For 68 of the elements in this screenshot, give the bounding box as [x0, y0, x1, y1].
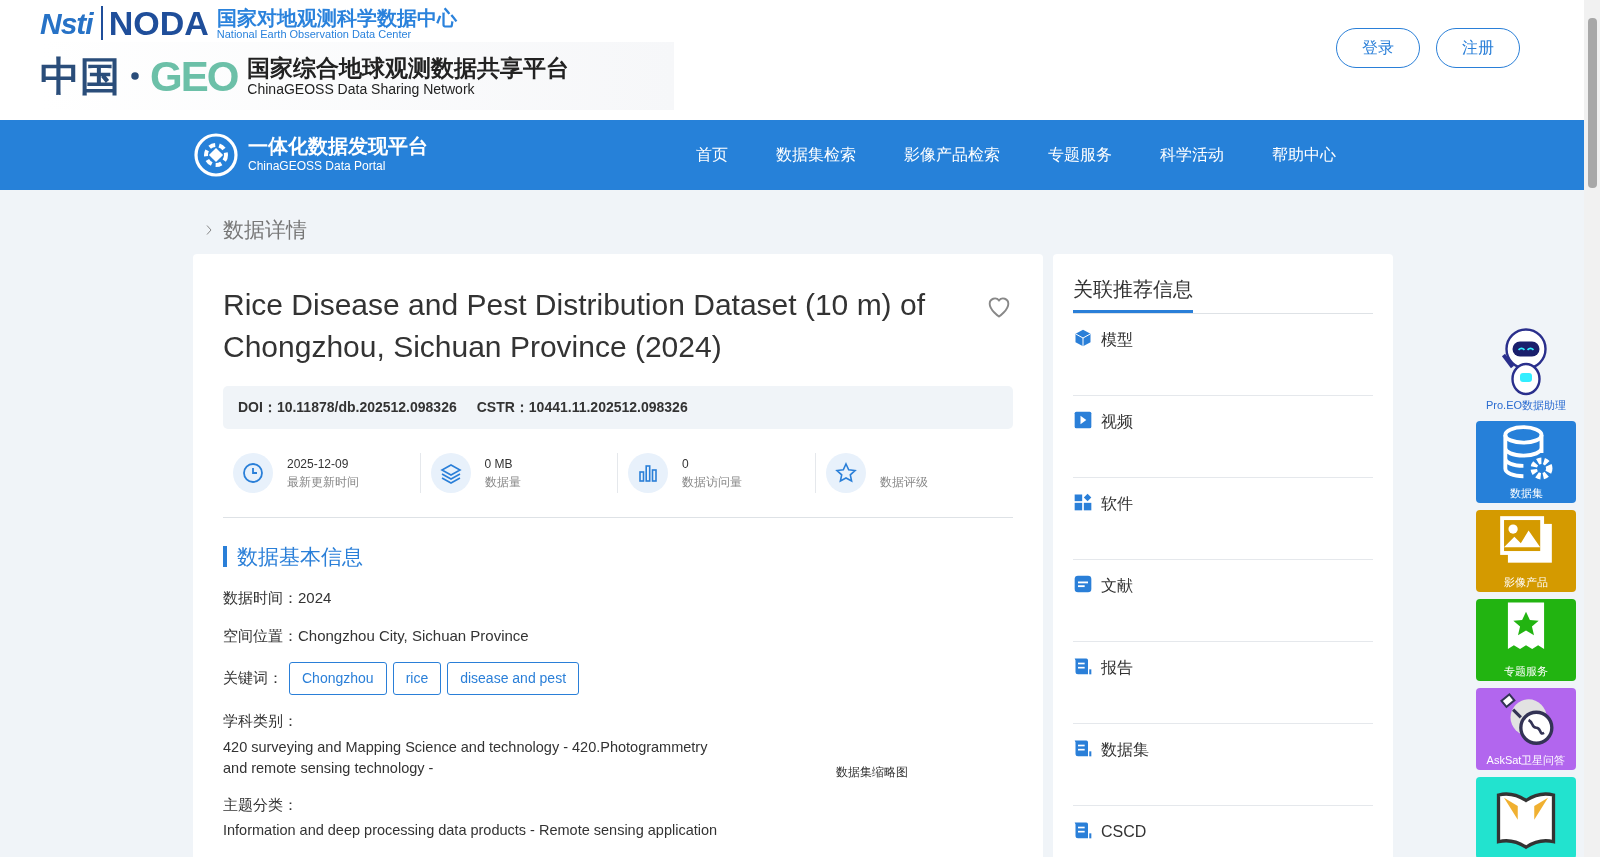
- scrollbar-thumb[interactable]: [1588, 18, 1597, 188]
- video-play-icon: [1073, 410, 1093, 430]
- brand-title: 一体化数据发现平台: [248, 135, 428, 157]
- identifier-text: DOI：10.11878/db.202512.098326: [238, 398, 457, 417]
- field-label: 主题分类：: [223, 794, 299, 815]
- stat-value: 0 MB: [484, 456, 514, 473]
- scroll-icon: [1073, 738, 1093, 758]
- nav-link[interactable]: 数据集检索: [752, 135, 880, 175]
- assistant-link[interactable]: Pro.EO数据助理: [1485, 397, 1567, 414]
- logo-title: 国家综合地球观测数据共享平台: [247, 56, 570, 82]
- related-item-label[interactable]: 报告: [1101, 656, 1133, 680]
- dot-icon: [130, 71, 140, 81]
- brand-subtitle: ChinaGEOSS Data Portal: [248, 158, 387, 175]
- sidebar-tile[interactable]: 数据集: [1476, 420, 1576, 503]
- stat-label: 数据量: [484, 474, 521, 491]
- related-item-label[interactable]: 视频: [1101, 410, 1133, 434]
- scroll-icon: [1073, 656, 1093, 676]
- keyword-tag[interactable]: Chongzhou: [289, 662, 387, 695]
- logo-title: 国家对地观测科学数据中心: [216, 6, 457, 29]
- logo-wordmark: NODA: [100, 6, 209, 40]
- field-label: 关键词：: [223, 668, 283, 689]
- nav-link[interactable]: 影像产品检索: [880, 135, 1024, 175]
- logo-wordmark: Nsti: [40, 5, 93, 42]
- sidebar-tile[interactable]: [1476, 776, 1576, 857]
- sidebar-tile[interactable]: 影像产品: [1476, 509, 1576, 592]
- field-value: 420 surveying and Mapping Science and technology - 420.Photogrammetry and remote sensing technology -: [223, 737, 709, 778]
- field-label: 学科类别：: [223, 711, 299, 731]
- identifier-text: CSTR：10441.11.202512.098326: [476, 398, 688, 417]
- cube-icon: [1073, 328, 1093, 348]
- scroll-icon: [1073, 820, 1093, 840]
- sidebar-tile[interactable]: 专题服务: [1476, 598, 1576, 681]
- section-title: 数据基本信息: [223, 546, 1013, 567]
- keyword-tag[interactable]: rice: [392, 662, 442, 695]
- field-value: Information and deep processing data products - Remote sensing application: [223, 821, 719, 841]
- keyword-tag[interactable]: disease and pest: [447, 662, 580, 695]
- nav-link[interactable]: 首页: [672, 135, 752, 175]
- stat-label: 数据评级: [879, 474, 928, 491]
- register-button[interactable]: 注册: [1436, 28, 1520, 68]
- globe-logo-icon: [192, 131, 240, 179]
- stat-label: 最新更新时间: [287, 474, 359, 491]
- stat-value: 0: [682, 456, 690, 473]
- related-item-label[interactable]: 软件: [1101, 492, 1133, 516]
- document-icon: [1073, 574, 1093, 594]
- layers-icon: [438, 461, 463, 485]
- login-button[interactable]: 登录: [1336, 28, 1420, 68]
- nav-link[interactable]: 专题服务: [1024, 135, 1136, 175]
- field-text: 空间位置：Chongzhou City, Sichuan Province: [223, 626, 529, 644]
- stat-value: 2025-12-09: [287, 456, 350, 473]
- related-item-label[interactable]: 数据集: [1101, 738, 1149, 762]
- section-title: 关联推荐信息: [1073, 274, 1193, 313]
- sidebar-tile[interactable]: AskSat卫星问答: [1476, 687, 1576, 770]
- logo-subtitle: National Earth Observation Data Center: [216, 28, 412, 40]
- nav-link[interactable]: 帮助中心: [1248, 135, 1360, 175]
- clock-icon: [241, 461, 265, 485]
- dataset-title: Rice Disease and Pest Distribution Dataset (10 m) of Chongzhou, Sichuan Province (2024): [223, 287, 926, 365]
- field-text: 数据时间：2024: [223, 589, 332, 606]
- stat-label: 数据访问量: [682, 474, 742, 491]
- logo-wordmark: 中国: [40, 51, 120, 101]
- related-item-label[interactable]: CSCD: [1101, 820, 1147, 844]
- star-icon: [833, 461, 858, 485]
- related-item-label[interactable]: 模型: [1101, 328, 1133, 352]
- thumbnail-alt-text: 数据集缩略图: [835, 763, 908, 781]
- logo-wordmark: GEO: [150, 51, 238, 102]
- breadcrumb-item: 数据详情: [223, 217, 307, 244]
- related-item-label[interactable]: 文献: [1101, 574, 1133, 598]
- apps-icon: [1073, 492, 1093, 512]
- nav-link[interactable]: 科学活动: [1136, 135, 1248, 175]
- logo-subtitle: ChinaGEOSS Data Sharing Network: [247, 81, 476, 96]
